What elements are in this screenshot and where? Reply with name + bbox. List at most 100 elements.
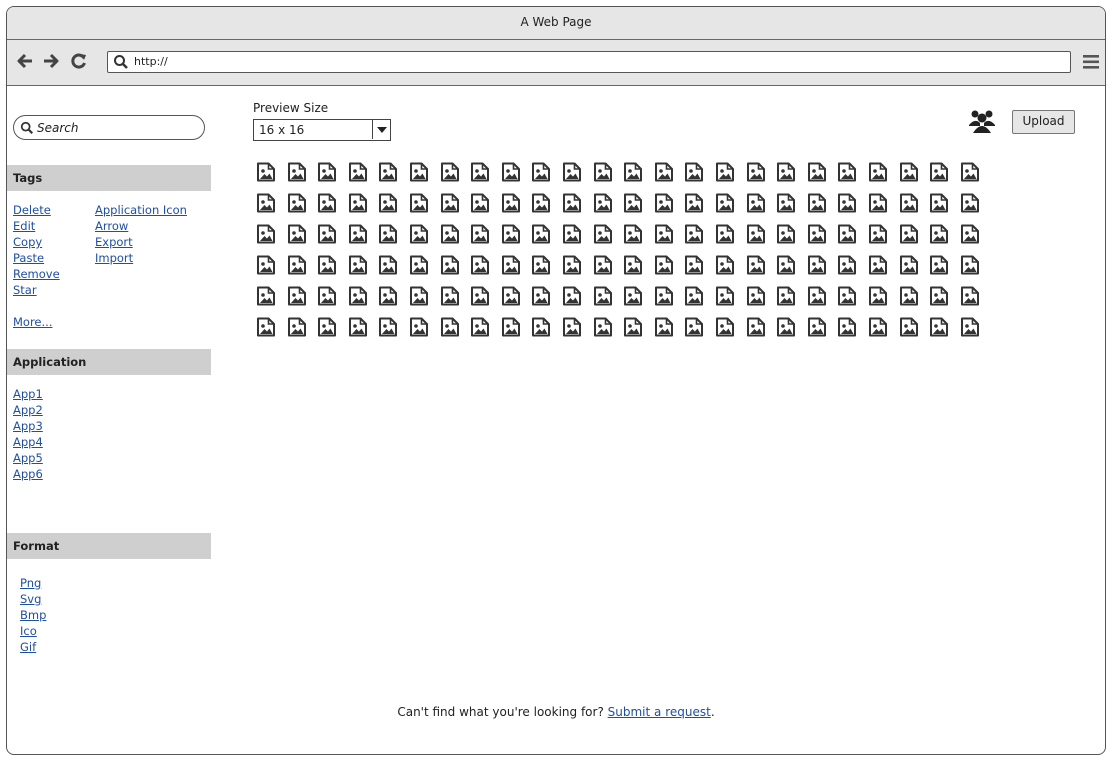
image-file-icon[interactable] (837, 255, 857, 275)
image-file-icon[interactable] (501, 317, 521, 337)
image-file-icon[interactable] (593, 255, 613, 275)
image-file-icon[interactable] (317, 317, 337, 337)
image-file-icon[interactable] (899, 317, 919, 337)
image-file-icon[interactable] (470, 286, 490, 306)
image-file-icon[interactable] (776, 224, 796, 244)
image-file-icon[interactable] (409, 224, 429, 244)
image-file-icon[interactable] (562, 255, 582, 275)
image-file-icon[interactable] (562, 224, 582, 244)
tag-link-paste[interactable]: Paste (13, 250, 60, 266)
image-file-icon[interactable] (378, 193, 398, 213)
image-file-icon[interactable] (287, 162, 307, 182)
image-file-icon[interactable] (837, 193, 857, 213)
image-file-icon[interactable] (899, 162, 919, 182)
image-file-icon[interactable] (287, 317, 307, 337)
image-file-icon[interactable] (654, 255, 674, 275)
image-file-icon[interactable] (501, 162, 521, 182)
reload-icon[interactable] (69, 51, 89, 71)
image-file-icon[interactable] (348, 286, 368, 306)
application-link-app1[interactable]: App1 (13, 386, 43, 402)
image-file-icon[interactable] (317, 162, 337, 182)
format-link-svg[interactable]: Svg (20, 591, 46, 607)
image-file-icon[interactable] (654, 317, 674, 337)
tag-link-copy[interactable]: Copy (13, 234, 60, 250)
image-file-icon[interactable] (776, 286, 796, 306)
image-file-icon[interactable] (287, 255, 307, 275)
image-file-icon[interactable] (715, 286, 735, 306)
image-file-icon[interactable] (929, 224, 949, 244)
image-file-icon[interactable] (409, 286, 429, 306)
application-link-app2[interactable]: App2 (13, 402, 43, 418)
image-file-icon[interactable] (593, 224, 613, 244)
image-file-icon[interactable] (348, 193, 368, 213)
image-file-icon[interactable] (776, 162, 796, 182)
image-file-icon[interactable] (256, 317, 276, 337)
image-file-icon[interactable] (899, 224, 919, 244)
image-file-icon[interactable] (960, 224, 980, 244)
image-file-icon[interactable] (317, 193, 337, 213)
image-file-icon[interactable] (562, 286, 582, 306)
image-file-icon[interactable] (593, 162, 613, 182)
image-file-icon[interactable] (654, 162, 674, 182)
application-link-app3[interactable]: App3 (13, 418, 43, 434)
format-link-gif[interactable]: Gif (20, 639, 46, 655)
image-file-icon[interactable] (715, 193, 735, 213)
image-file-icon[interactable] (807, 224, 827, 244)
image-file-icon[interactable] (715, 224, 735, 244)
image-file-icon[interactable] (470, 255, 490, 275)
image-file-icon[interactable] (440, 286, 460, 306)
chevron-down-icon[interactable] (372, 120, 390, 139)
image-file-icon[interactable] (378, 286, 398, 306)
image-file-icon[interactable] (899, 286, 919, 306)
image-file-icon[interactable] (440, 193, 460, 213)
image-file-icon[interactable] (440, 255, 460, 275)
image-file-icon[interactable] (960, 317, 980, 337)
search-input[interactable]: Search (13, 115, 205, 140)
image-file-icon[interactable] (715, 162, 735, 182)
image-file-icon[interactable] (837, 162, 857, 182)
image-file-icon[interactable] (684, 255, 704, 275)
tag-link-edit[interactable]: Edit (13, 218, 60, 234)
image-file-icon[interactable] (868, 317, 888, 337)
image-file-icon[interactable] (378, 255, 398, 275)
image-file-icon[interactable] (929, 162, 949, 182)
image-file-icon[interactable] (868, 255, 888, 275)
tag-link-star[interactable]: Star (13, 282, 60, 298)
image-file-icon[interactable] (868, 224, 888, 244)
image-file-icon[interactable] (501, 224, 521, 244)
image-file-icon[interactable] (654, 193, 674, 213)
image-file-icon[interactable] (317, 286, 337, 306)
image-file-icon[interactable] (378, 162, 398, 182)
image-file-icon[interactable] (929, 286, 949, 306)
image-file-icon[interactable] (531, 162, 551, 182)
image-file-icon[interactable] (593, 193, 613, 213)
image-file-icon[interactable] (562, 193, 582, 213)
image-file-icon[interactable] (837, 224, 857, 244)
image-file-icon[interactable] (256, 255, 276, 275)
image-file-icon[interactable] (746, 255, 766, 275)
forward-arrow-icon[interactable] (41, 51, 61, 71)
image-file-icon[interactable] (440, 162, 460, 182)
image-file-icon[interactable] (807, 255, 827, 275)
application-link-app4[interactable]: App4 (13, 434, 43, 450)
image-file-icon[interactable] (348, 255, 368, 275)
image-file-icon[interactable] (684, 193, 704, 213)
image-file-icon[interactable] (715, 317, 735, 337)
hamburger-menu-icon[interactable] (1083, 55, 1099, 69)
image-file-icon[interactable] (623, 255, 643, 275)
image-file-icon[interactable] (960, 193, 980, 213)
image-file-icon[interactable] (899, 255, 919, 275)
image-file-icon[interactable] (960, 162, 980, 182)
image-file-icon[interactable] (287, 193, 307, 213)
image-file-icon[interactable] (317, 255, 337, 275)
image-file-icon[interactable] (501, 193, 521, 213)
users-icon[interactable] (969, 109, 995, 133)
image-file-icon[interactable] (531, 286, 551, 306)
image-file-icon[interactable] (348, 317, 368, 337)
tags-more-link[interactable]: More... (13, 314, 52, 330)
image-file-icon[interactable] (684, 317, 704, 337)
tag-link-export[interactable]: Export (95, 234, 187, 250)
image-file-icon[interactable] (378, 224, 398, 244)
image-file-icon[interactable] (868, 162, 888, 182)
image-file-icon[interactable] (929, 317, 949, 337)
